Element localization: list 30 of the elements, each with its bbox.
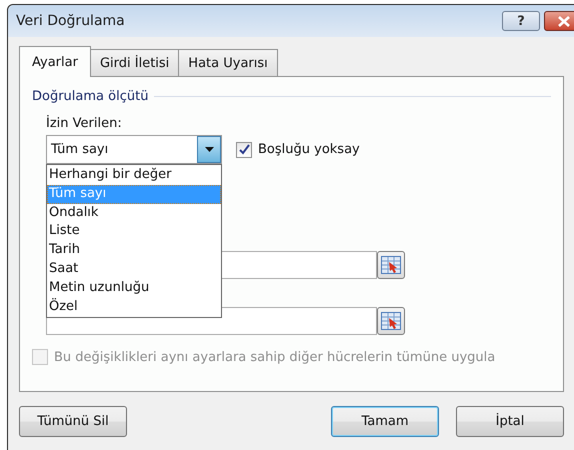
range-select-button[interactable] bbox=[377, 251, 405, 279]
dialog-button[interactable]: İptal bbox=[456, 406, 564, 437]
tab[interactable]: Hata Uyarısı bbox=[178, 49, 278, 77]
tab[interactable]: Girdi İletisi bbox=[90, 49, 180, 77]
close-button[interactable] bbox=[544, 11, 574, 31]
checkmark-icon bbox=[238, 144, 250, 155]
close-icon bbox=[557, 16, 571, 26]
dropdown-option[interactable]: Liste bbox=[47, 222, 221, 242]
dropdown-option[interactable]: Saat bbox=[47, 260, 221, 279]
dropdown-option[interactable]: Ondalık bbox=[47, 204, 221, 222]
dialog-button[interactable]: Tümünü Sil bbox=[19, 406, 127, 437]
allow-dropdown[interactable]: Tüm sayı bbox=[46, 135, 222, 164]
dialog-button[interactable]: Tamam bbox=[331, 406, 439, 437]
dropdown-option[interactable]: Özel bbox=[47, 298, 221, 316]
checkbox-label: Boşluğu yoksay bbox=[258, 142, 360, 157]
group-title: Doğrulama ölçütü bbox=[32, 89, 148, 104]
dropdown-button[interactable] bbox=[197, 136, 221, 163]
dropdown-option[interactable]: Tarih bbox=[47, 241, 221, 260]
checkbox[interactable] bbox=[236, 142, 252, 158]
range-select-icon bbox=[381, 256, 401, 274]
window-title: Veri Doğrulama bbox=[16, 13, 126, 29]
dropdown-option[interactable]: Herhangi bir değer bbox=[47, 166, 221, 185]
range-select-icon bbox=[381, 312, 401, 330]
tab[interactable]: Ayarlar bbox=[19, 46, 91, 77]
allow-label: İzin Verilen: bbox=[46, 116, 123, 131]
range-select-button[interactable] bbox=[377, 307, 405, 335]
help-button[interactable]: ? bbox=[502, 11, 540, 31]
caret-icon bbox=[204, 147, 214, 152]
dropdown-option[interactable]: Metin uzunluğu bbox=[47, 278, 221, 298]
checkbox-label: Bu değişiklikleri aynı ayarlara sahip diğer hücrelerin tümüne uygula bbox=[54, 350, 496, 364]
